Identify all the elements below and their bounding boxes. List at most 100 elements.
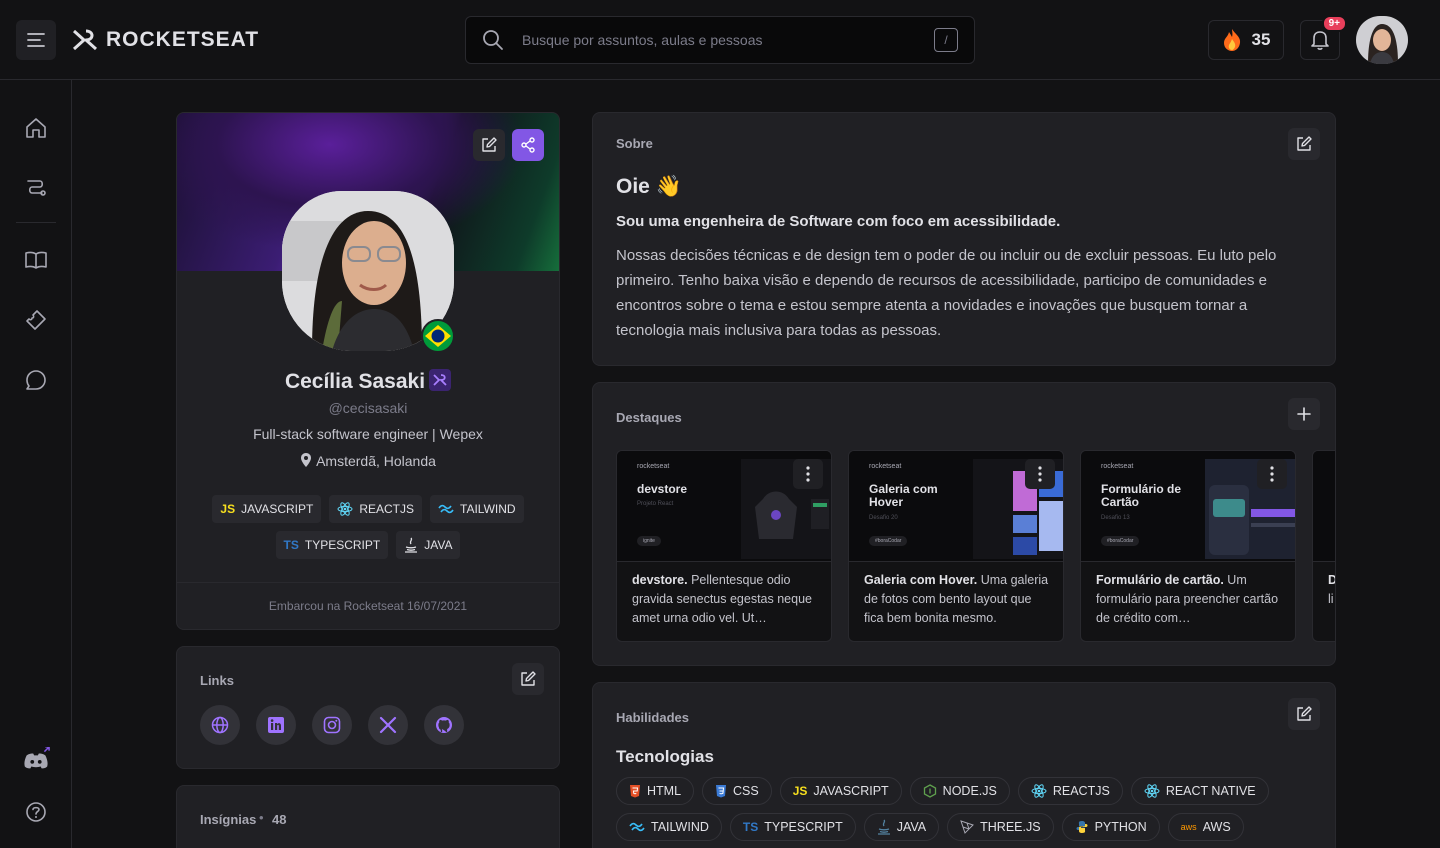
skill-aws[interactable]: aws AWS <box>1167 813 1244 841</box>
highlight-thumb-title: Galeria com Hover <box>869 482 938 509</box>
chat-icon <box>26 370 46 390</box>
linkedin-link[interactable] <box>256 705 296 745</box>
skill-html[interactable]: HTML <box>616 777 695 805</box>
tailwind-icon <box>438 504 454 514</box>
logo-text: ROCKETSEAT <box>106 28 260 51</box>
github-link[interactable] <box>424 705 464 745</box>
x-twitter-link[interactable] <box>368 705 408 745</box>
badges-card: Insígnias • 48 <box>176 785 560 848</box>
highlight-options-button[interactable] <box>793 459 823 489</box>
user-avatar[interactable] <box>1356 16 1408 64</box>
route-icon <box>27 180 46 196</box>
github-icon <box>436 717 452 733</box>
highlight-thumb-sub: Desafio 20 <box>869 515 898 521</box>
javascript-icon: JS <box>220 502 236 516</box>
sidebar-item-community[interactable] <box>22 366 50 394</box>
website-link[interactable] <box>200 705 240 745</box>
skill-react-native[interactable]: REACT NATIVE <box>1130 777 1269 805</box>
avatar-image <box>1356 16 1408 64</box>
java-icon <box>405 537 418 553</box>
sidebar-item-help[interactable] <box>22 798 50 826</box>
instagram-icon <box>323 716 341 734</box>
home-icon <box>26 118 46 138</box>
edit-about-button[interactable] <box>1288 128 1320 160</box>
threejs-icon <box>960 820 975 834</box>
edit-links-button[interactable] <box>512 663 544 695</box>
share-profile-button[interactable] <box>512 129 544 161</box>
search-bar[interactable]: / <box>465 16 975 64</box>
highlights-label: Destaques <box>616 410 682 425</box>
more-vertical-icon <box>1038 466 1042 482</box>
flame-icon <box>1223 29 1240 51</box>
skills-row-2: TAILWIND TS TYPESCRIPT JAVA THREE.JS PYT… <box>616 813 1244 841</box>
notifications-button[interactable]: 9+ <box>1300 15 1347 60</box>
edit-icon <box>1297 136 1312 151</box>
sidebar-item-journey[interactable] <box>22 174 50 202</box>
links-label: Links <box>200 673 234 688</box>
highlight-card-card-form[interactable]: rocketseat Formulário de Cartão Desafio … <box>1080 450 1296 642</box>
sidebar-item-home[interactable] <box>22 114 50 142</box>
streak-counter[interactable]: 35 <box>1208 20 1284 60</box>
skill-css[interactable]: CSS <box>702 777 772 805</box>
highlight-thumb-sub: Projeto React <box>637 501 674 507</box>
profile-tags-row-1: JS JAVASCRIPT REACTJS TAILWIND <box>177 495 559 523</box>
highlight-thumb-sub: Desafio 13 <box>1101 515 1130 521</box>
profile-card: Cecília Sasaki @cecisasaki Full-stack so… <box>176 112 560 630</box>
tag-typescript[interactable]: TS TYPESCRIPT <box>275 531 389 559</box>
edit-skills-button[interactable] <box>1288 698 1320 730</box>
skill-nodejs[interactable]: NODE.JS <box>909 777 1010 805</box>
badges-separator: • <box>259 810 264 825</box>
tag-java[interactable]: JAVA <box>396 531 461 559</box>
skill-threejs[interactable]: THREE.JS <box>947 813 1054 841</box>
highlight-brand: rocketseat <box>869 463 902 470</box>
highlight-options-button[interactable] <box>1257 459 1287 489</box>
tag-javascript[interactable]: JS JAVASCRIPT <box>212 495 322 523</box>
menu-icon <box>27 33 45 47</box>
skill-python[interactable]: PYTHON <box>1061 813 1160 841</box>
more-vertical-icon <box>1270 466 1274 482</box>
highlight-card-partial[interactable]: Dli <box>1312 450 1335 642</box>
highlight-thumb-title: Formulário de Cartão <box>1101 482 1182 509</box>
highlight-options-button[interactable] <box>1025 459 1055 489</box>
instagram-link[interactable] <box>312 705 352 745</box>
help-icon <box>26 802 46 822</box>
sidebar-item-events[interactable] <box>22 306 50 334</box>
profile-name-row: Cecília Sasaki <box>177 369 559 394</box>
about-body: Nossas decisões técnicas e de design tem… <box>616 247 1277 339</box>
skill-tailwind[interactable]: TAILWIND <box>616 813 722 841</box>
about-subtitle: Sou uma engenheira de Software com foco … <box>616 213 1061 230</box>
streak-count: 35 <box>1251 30 1271 49</box>
linkedin-icon <box>268 717 284 733</box>
typescript-icon: TS <box>742 820 759 834</box>
add-highlight-button[interactable] <box>1288 398 1320 430</box>
highlight-card-devstore[interactable]: rocketseat devstore Projeto React ignite… <box>616 450 832 642</box>
x-icon <box>379 716 397 734</box>
profile-name: Cecília Sasaki <box>284 370 426 393</box>
profile-role: Full-stack software engineer | Wepex <box>253 426 483 442</box>
rocketseat-logo-icon <box>72 29 98 51</box>
share-icon <box>521 137 535 153</box>
logo[interactable]: ROCKETSEAT <box>72 28 259 52</box>
highlight-thumb-pill: #boraCodar <box>1101 536 1140 546</box>
java-icon <box>877 819 890 835</box>
menu-button[interactable] <box>16 20 56 60</box>
edit-profile-button[interactable] <box>473 129 505 161</box>
html5-icon <box>630 785 640 798</box>
highlight-description: devstore. Pellentesque odio gravida sene… <box>632 573 812 625</box>
discord-icon <box>24 747 50 769</box>
bell-icon <box>1311 31 1329 50</box>
highlight-card-gallery[interactable]: rocketseat Galeria com Hover Desafio 20 … <box>848 450 1064 642</box>
sidebar-item-discord[interactable] <box>22 746 50 774</box>
skills-title: Tecnologias <box>616 747 714 766</box>
sidebar-item-catalog[interactable] <box>22 246 50 274</box>
highlight-brand: rocketseat <box>1101 463 1134 470</box>
tag-reactjs[interactable]: REACTJS <box>329 495 423 523</box>
skill-typescript[interactable]: TS TYPESCRIPT <box>729 813 856 841</box>
tag-tailwind[interactable]: TAILWIND <box>430 495 524 523</box>
about-label: Sobre <box>616 136 653 151</box>
skill-java[interactable]: JAVA <box>863 813 940 841</box>
skill-reactjs[interactable]: REACTJS <box>1017 777 1123 805</box>
links-card: Links <box>176 646 560 769</box>
skill-javascript[interactable]: JS JAVASCRIPT <box>779 777 902 805</box>
search-input[interactable] <box>522 32 934 48</box>
